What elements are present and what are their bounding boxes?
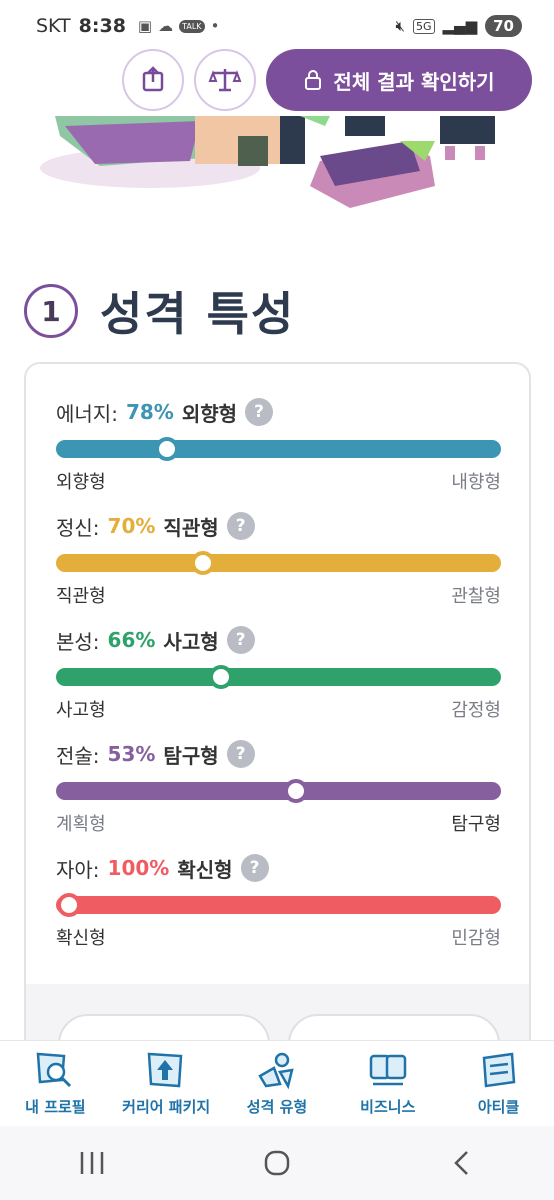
trait-left-label: 외향형 [56, 472, 106, 493]
trait-bar [56, 893, 501, 917]
home-icon[interactable] [262, 1148, 292, 1178]
trait-type: 외향형 [181, 401, 238, 426]
mute-icon: 🔇︎ [395, 17, 405, 35]
trait-percent: 53% [107, 742, 156, 766]
trait-type: 직관형 [163, 515, 219, 540]
trait-percent: 100% [107, 856, 170, 880]
trait-bar [56, 779, 501, 803]
notification-icons: ▣ ☁ TALK • [138, 17, 220, 35]
trait-slider-knob [208, 665, 233, 689]
nav-articles[interactable]: 아티클 [444, 1050, 554, 1117]
clock: 8:38 [78, 15, 126, 37]
article-icon [482, 1052, 515, 1088]
trait-percent: 66% [107, 628, 156, 652]
signal-icon: ▂▄▆ [442, 17, 478, 35]
trait-left-label: 확신형 [56, 928, 106, 949]
traits-card: 에너지: 78% 외향형 ? 외향형 내향형 정신: 70% 직관형 ? 직관형… [24, 362, 531, 1062]
bottom-nav: 내 프로필 커리어 패키지 성격 유형 비즈니스 아티클 [0, 1040, 554, 1126]
section-title: 성격 특성 [100, 287, 296, 341]
trait-left-label: 계획형 [56, 814, 106, 835]
trait-percent: 78% [125, 400, 174, 424]
section-header: 1 성격 특성 [24, 278, 295, 344]
trait-slider-knob [57, 893, 82, 917]
trait-category: 전술: [56, 743, 100, 768]
trait-bar [56, 551, 501, 575]
trait-left-label: 사고형 [56, 700, 106, 721]
carrier: SKT [36, 15, 71, 37]
trait-percent: 70% [107, 514, 156, 538]
nav-business[interactable]: 비즈니스 [333, 1050, 443, 1117]
help-icon[interactable]: ? [226, 740, 255, 768]
screenshot-icon: ▣ [137, 17, 153, 35]
help-icon[interactable]: ? [226, 626, 255, 654]
profile-search-icon [37, 1052, 72, 1088]
nav-my-profile[interactable]: 내 프로필 [0, 1050, 110, 1117]
city-illustration [40, 116, 495, 208]
nav-label: 비즈니스 [360, 1098, 416, 1116]
trait-right-label: 관찰형 [451, 586, 501, 607]
section-number: 1 [24, 284, 78, 338]
nav-label: 커리어 패키지 [122, 1098, 211, 1116]
nav-career-package[interactable]: 커리어 패키지 [111, 1050, 221, 1117]
help-icon[interactable]: ? [245, 398, 274, 426]
system-nav-bar [0, 1126, 554, 1200]
trait-tactics: 전술: 53% 탐구형 ? 계획형 탐구형 [56, 738, 501, 836]
trait-energy: 에너지: 78% 외향형 ? 외향형 내향형 [56, 396, 501, 494]
battery-indicator: 70 [485, 15, 522, 37]
back-icon[interactable] [447, 1148, 477, 1178]
trait-mind: 정신: 70% 직관형 ? 직관형 관찰형 [56, 510, 501, 608]
trait-slider-knob [284, 779, 309, 803]
help-icon[interactable]: ? [240, 854, 269, 882]
trait-slider-knob [155, 437, 180, 461]
top-action-bar: 전체 결과 확인하기 [0, 48, 554, 112]
view-full-results-button[interactable]: 전체 결과 확인하기 [266, 49, 532, 111]
personality-types-icon [258, 1052, 294, 1090]
compare-button[interactable] [194, 49, 256, 111]
nav-label: 내 프로필 [25, 1098, 86, 1116]
trait-type: 확신형 [177, 857, 233, 882]
trait-identity: 자아: 100% 확신형 ? 확신형 민감형 [56, 852, 501, 950]
nav-personality-types[interactable]: 성격 유형 [222, 1050, 332, 1117]
trait-right-label: 민감형 [451, 928, 501, 949]
result-button-label: 전체 결과 확인하기 [333, 69, 495, 94]
trait-type: 사고형 [163, 629, 219, 654]
trait-right-label: 내향형 [451, 472, 501, 493]
trait-category: 자아: [56, 857, 100, 882]
network-type: 5G [412, 18, 435, 34]
hero-illustration [0, 116, 554, 226]
trait-category: 정신: [56, 515, 100, 540]
dot-icon: • [210, 17, 220, 35]
nav-label: 아티클 [477, 1098, 520, 1116]
status-bar: SKT 8:38 ▣ ☁ TALK • 🔇︎ 5G ▂▄▆ 70 [0, 0, 554, 52]
lock-icon [305, 70, 322, 90]
nav-label: 성격 유형 [246, 1098, 308, 1116]
trait-category: 본성: [56, 629, 100, 654]
business-icon [369, 1054, 407, 1086]
trait-type: 탐구형 [163, 743, 219, 768]
help-icon[interactable]: ? [226, 512, 255, 540]
trait-right-label: 감정형 [451, 700, 501, 721]
trait-nature: 본성: 66% 사고형 ? 사고형 감정형 [56, 624, 501, 722]
cloud-icon: ☁ [158, 17, 174, 35]
trait-left-label: 직관형 [56, 586, 106, 607]
talk-icon: TALK [179, 19, 205, 33]
trait-right-label: 탐구형 [451, 814, 501, 835]
trait-bar [56, 665, 501, 689]
share-icon [142, 66, 164, 92]
trait-category: 에너지: [56, 401, 118, 426]
career-package-icon [147, 1052, 183, 1088]
trait-bar [56, 437, 501, 461]
share-button[interactable] [122, 49, 184, 111]
system-indicators: 🔇︎ 5G ▂▄▆ 70 [396, 15, 522, 37]
recent-apps-icon[interactable] [77, 1150, 107, 1176]
trait-slider-knob [190, 551, 215, 575]
scale-icon [208, 69, 242, 92]
